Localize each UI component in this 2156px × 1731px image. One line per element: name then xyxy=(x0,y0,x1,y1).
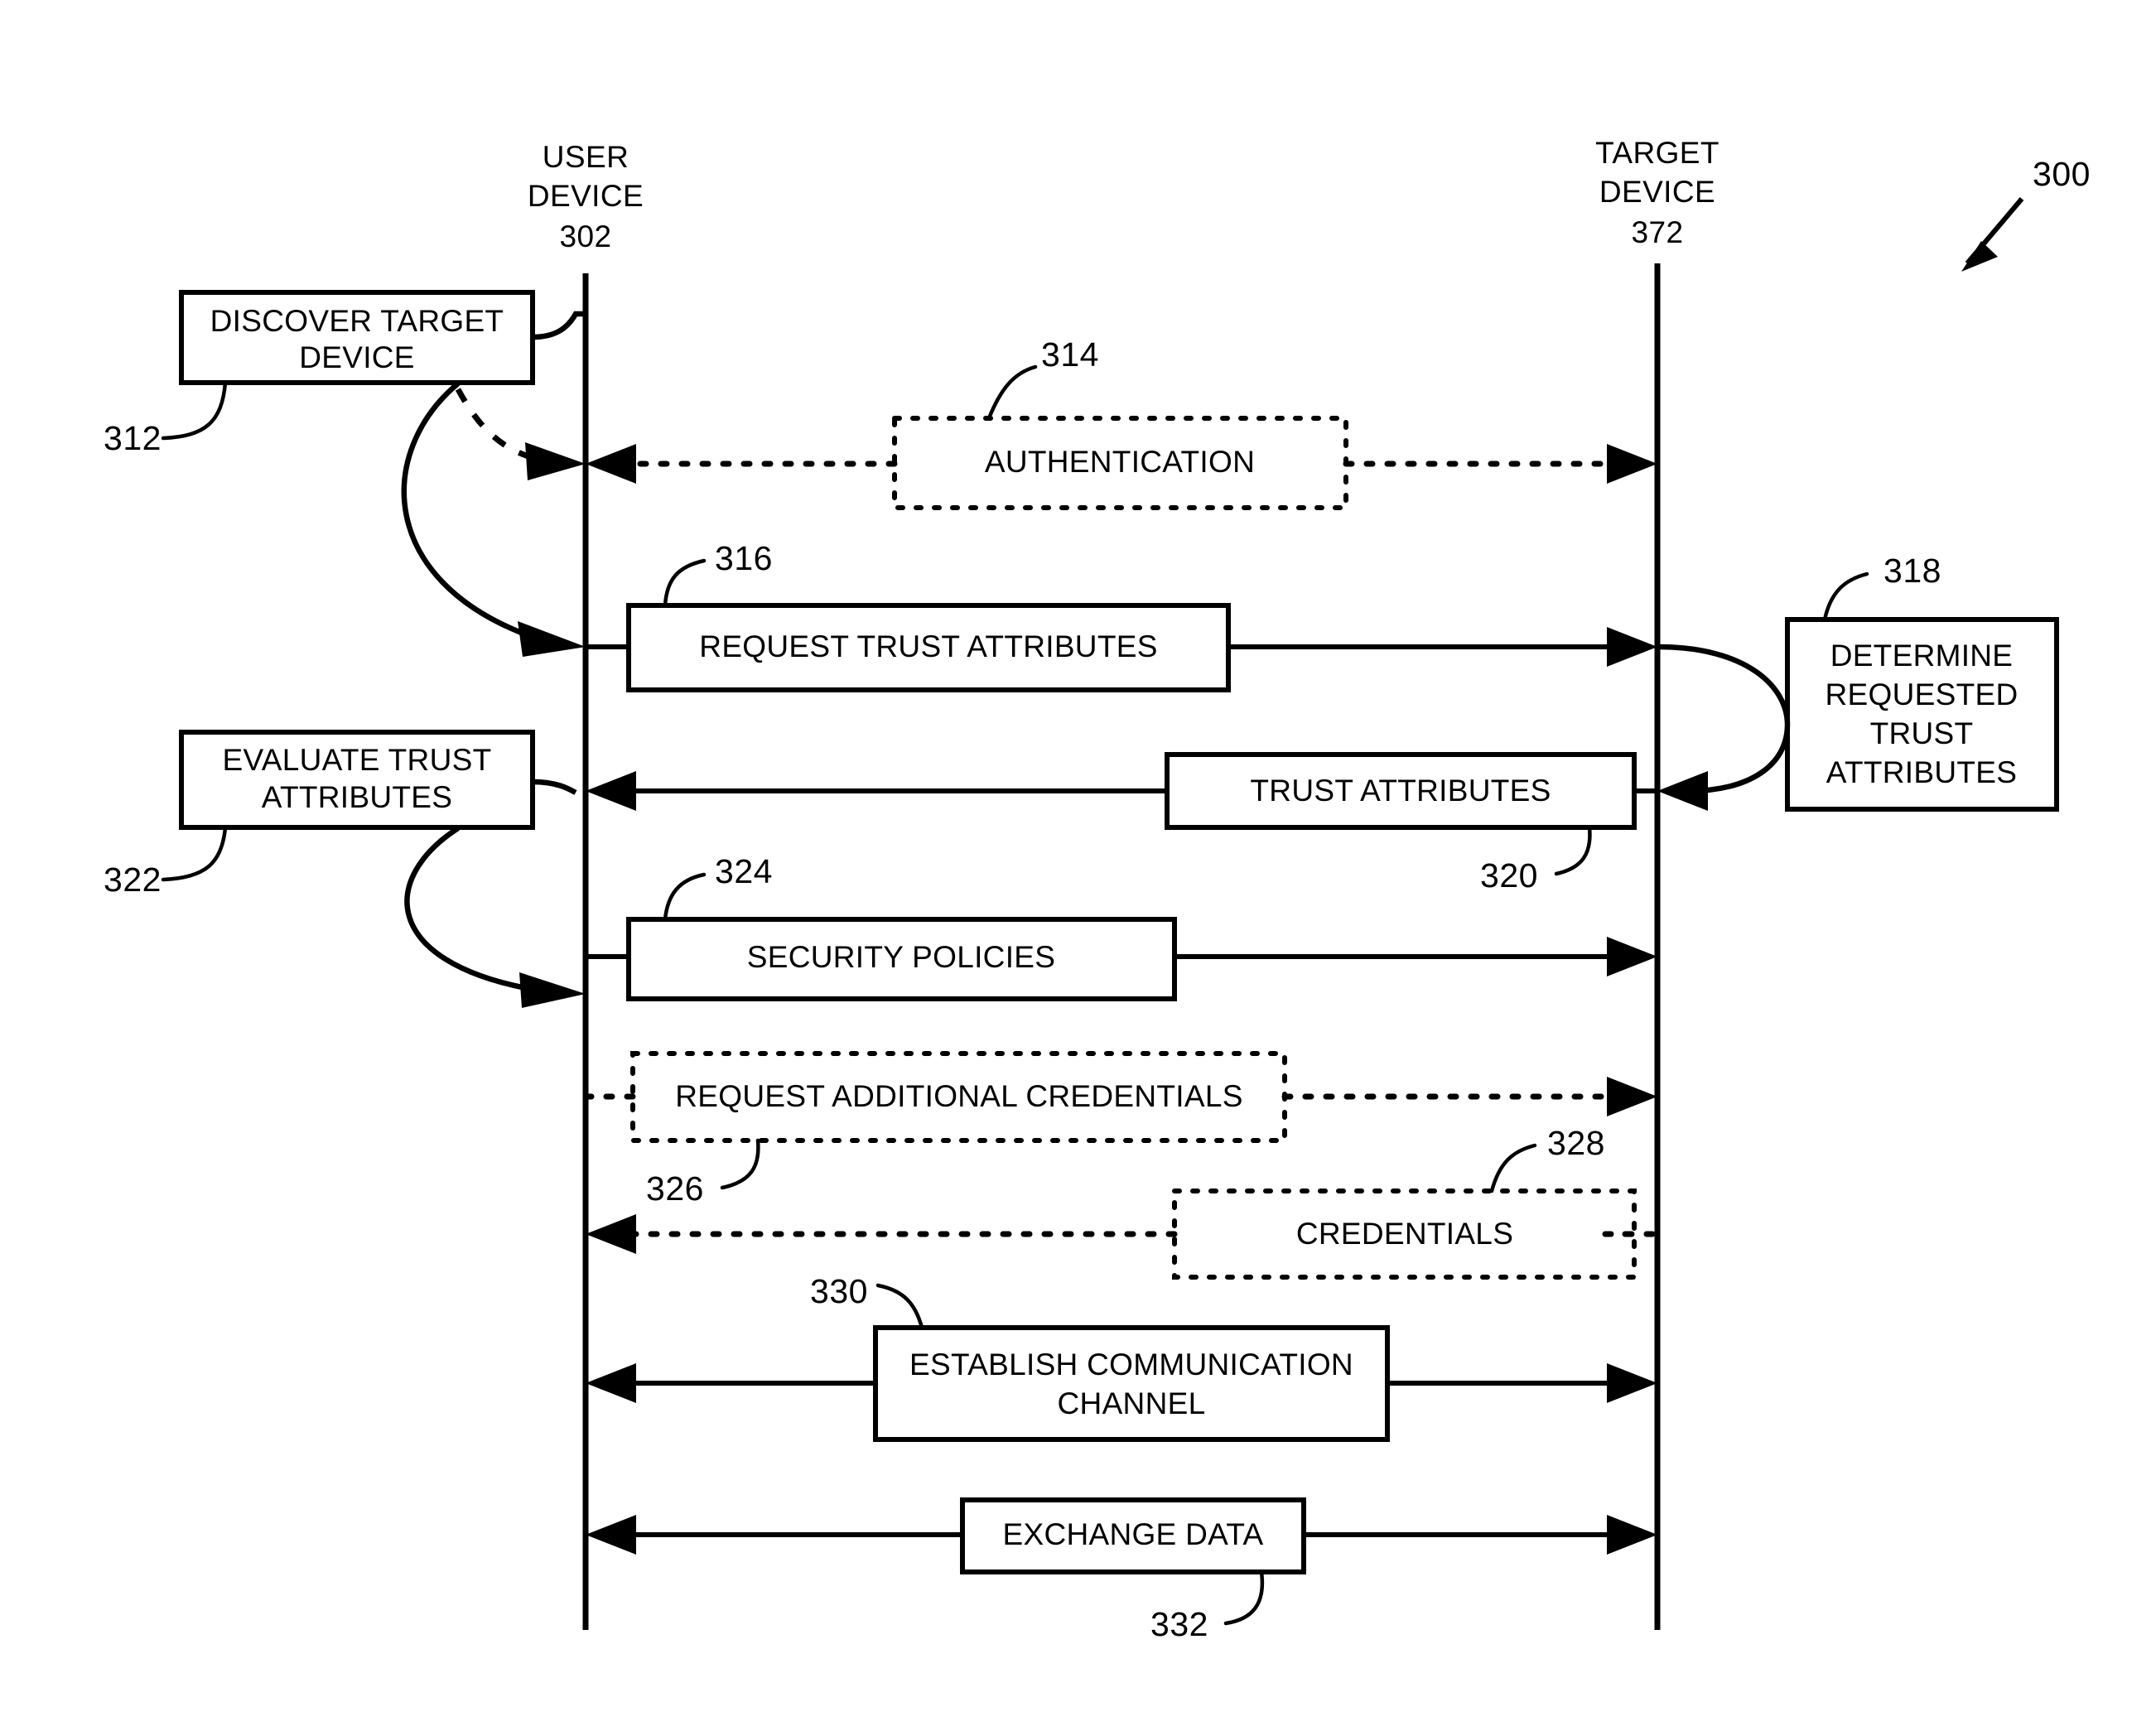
message-authentication: AUTHENTICATION 314 xyxy=(586,335,1657,510)
ref-326-leader xyxy=(720,1138,760,1190)
discover-target-device-label-line1: DISCOVER TARGET xyxy=(210,304,504,338)
establish-communication-channel-box xyxy=(873,1325,1390,1442)
ref-320-leader xyxy=(1554,825,1592,876)
request-additional-credentials-arrowhead xyxy=(1607,1077,1657,1116)
patent-figure-sequence-diagram: USER DEVICE 302 TARGET DEVICE 372 300 DI… xyxy=(0,0,2156,1731)
establish-communication-channel-left-arrowhead xyxy=(586,1363,636,1403)
process-box-evaluate-trust-attributes: EVALUATE TRUST ATTRIBUTES 322 xyxy=(104,730,586,1008)
security-policies-label: SECURITY POLICIES xyxy=(747,940,1055,974)
ref-322-label: 322 xyxy=(104,861,162,899)
determine-label-line1: DETERMINE xyxy=(1830,639,2014,673)
discover-box-to-lifeline-connector xyxy=(532,311,586,340)
ref-314-leader xyxy=(986,364,1038,421)
determine-label-line2: REQUESTED xyxy=(1826,677,2019,711)
security-policies-arrowhead xyxy=(1607,937,1657,976)
determine-label-line3: TRUST xyxy=(1870,716,1974,750)
ref-318-label: 318 xyxy=(1883,552,1941,590)
establish-communication-channel-label-line2: CHANNEL xyxy=(1058,1386,1206,1420)
figure-number-arrowhead xyxy=(1961,241,1998,272)
trust-attributes-arrowhead xyxy=(586,771,636,811)
discover-to-authentication-curve xyxy=(455,388,586,480)
ref-328-leader xyxy=(1489,1143,1537,1193)
evaluate-to-security-policies-curve xyxy=(404,826,531,992)
user-device-label-line1: USER xyxy=(543,140,629,174)
authentication-right-arrowhead xyxy=(1607,444,1657,484)
request-trust-attributes-label: REQUEST TRUST ATTRIBUTES xyxy=(699,629,1157,663)
ref-312-leader xyxy=(161,380,228,441)
discover-to-request-curve xyxy=(401,381,586,657)
authentication-label: AUTHENTICATION xyxy=(985,445,1255,479)
target-device-label-line2: DEVICE xyxy=(1599,175,1715,209)
request-additional-credentials-label: REQUEST ADDITIONAL CREDENTIALS xyxy=(675,1079,1242,1113)
target-device-ref: 372 xyxy=(1632,215,1684,249)
ref-324-leader xyxy=(663,872,707,922)
establish-communication-channel-right-arrowhead xyxy=(1607,1363,1657,1403)
determine-label-line4: ATTRIBUTES xyxy=(1826,755,2018,789)
ref-326-label: 326 xyxy=(646,1169,704,1208)
process-box-determine-requested-trust-attributes: DETERMINE REQUESTED TRUST ATTRIBUTES 318 xyxy=(1657,552,2059,812)
message-establish-communication-channel: ESTABLISH COMMUNICATION CHANNEL 330 xyxy=(586,1272,1657,1442)
ref-330-leader xyxy=(875,1283,924,1330)
ref-316-leader xyxy=(663,558,707,608)
process-box-discover-target-device: DISCOVER TARGET DEVICE 312 xyxy=(104,290,586,457)
evaluate-label-line1: EVALUATE TRUST xyxy=(223,743,492,777)
ref-322-leader xyxy=(161,825,228,882)
ref-312-label: 312 xyxy=(104,419,162,457)
ref-318-leader xyxy=(1822,571,1869,622)
authentication-left-arrowhead xyxy=(586,444,636,484)
determine-box-in-curve xyxy=(1657,644,1791,726)
message-exchange-data: EXCHANGE DATA 332 xyxy=(586,1497,1657,1643)
determine-box-out-arrowhead xyxy=(1657,771,1708,811)
ref-328-label: 328 xyxy=(1547,1124,1605,1162)
target-device-label-line1: TARGET xyxy=(1595,136,1719,170)
credentials-arrowhead xyxy=(586,1214,636,1254)
evaluate-to-security-policies-arrowhead xyxy=(519,972,586,1008)
message-request-additional-credentials: REQUEST ADDITIONAL CREDENTIALS 326 xyxy=(582,1051,1657,1208)
ref-314-label: 314 xyxy=(1041,335,1099,374)
message-request-trust-attributes: REQUEST TRUST ATTRIBUTES 316 xyxy=(586,539,1657,692)
message-credentials: CREDENTIALS 328 xyxy=(586,1124,1661,1280)
discover-to-request-arrowhead xyxy=(518,621,586,657)
exchange-data-label: EXCHANGE DATA xyxy=(1002,1517,1263,1551)
ref-330-label: 330 xyxy=(810,1272,868,1310)
figure-number-callout: 300 xyxy=(1961,155,2091,272)
user-device-label-line2: DEVICE xyxy=(528,179,644,213)
ref-320-label: 320 xyxy=(1480,856,1538,894)
figure-number-label: 300 xyxy=(2033,155,2091,193)
exchange-data-left-arrowhead xyxy=(586,1515,636,1555)
establish-communication-channel-label-line1: ESTABLISH COMMUNICATION xyxy=(909,1348,1353,1381)
discover-to-request-curve-path xyxy=(401,381,532,639)
credentials-label: CREDENTIALS xyxy=(1296,1217,1513,1251)
ref-324-label: 324 xyxy=(715,852,773,890)
discover-target-device-label-line2: DEVICE xyxy=(299,340,415,374)
user-device-ref: 302 xyxy=(560,219,612,253)
evaluate-label-line2: ATTRIBUTES xyxy=(262,780,453,814)
exchange-data-right-arrowhead xyxy=(1607,1515,1657,1555)
evaluate-box-to-lifeline-connector xyxy=(532,779,577,795)
ref-332-label: 332 xyxy=(1150,1605,1208,1643)
ref-316-label: 316 xyxy=(715,539,773,577)
trust-attributes-label: TRUST ATTRIBUTES xyxy=(1250,774,1551,808)
diagram-canvas: USER DEVICE 302 TARGET DEVICE 372 300 DI… xyxy=(104,136,2091,1643)
request-trust-attributes-arrowhead xyxy=(1607,627,1657,667)
ref-332-leader xyxy=(1223,1569,1265,1626)
discover-to-authentication-arrowhead xyxy=(525,442,586,480)
